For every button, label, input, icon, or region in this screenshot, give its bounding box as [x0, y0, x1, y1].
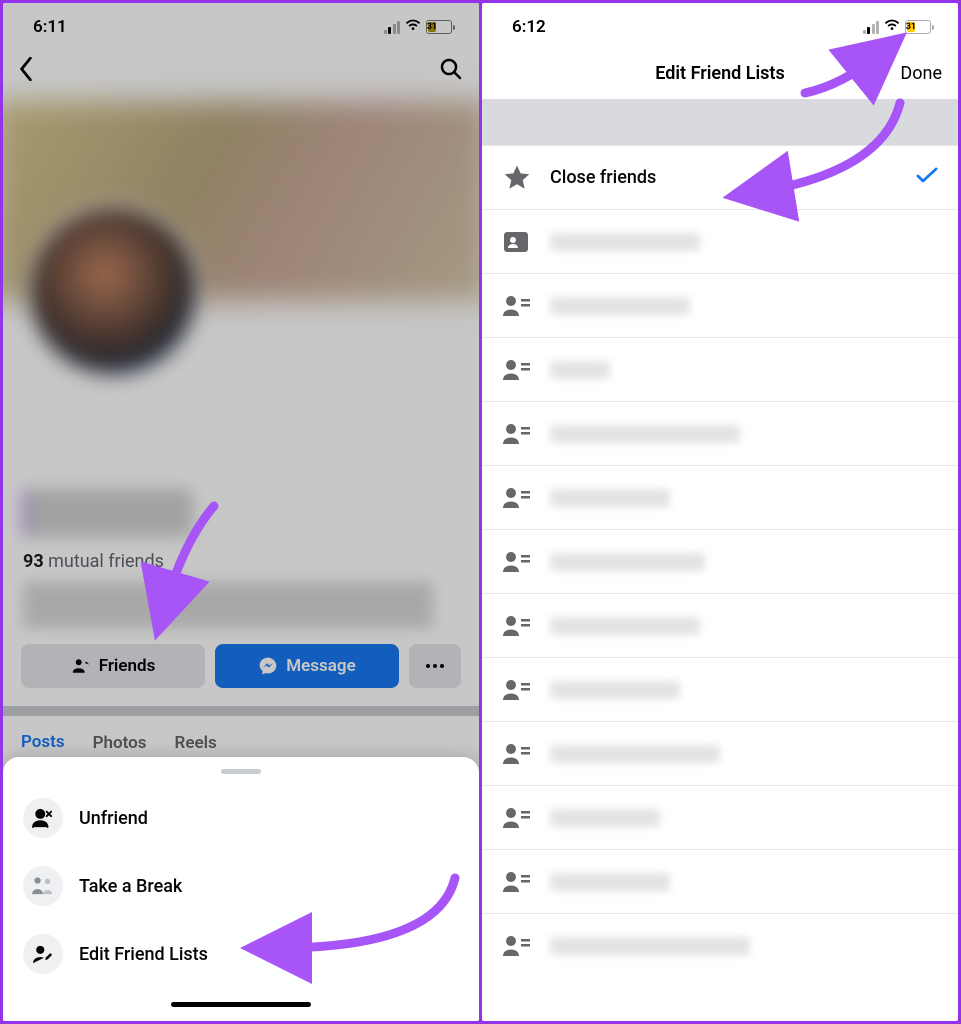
take-break-icon	[23, 866, 63, 906]
list-close-friends[interactable]: Close friends	[482, 145, 958, 209]
tab-photos[interactable]: Photos	[93, 733, 147, 753]
friends-action-sheet: Unfriend Take a Break Edit Friend Lists	[3, 757, 479, 1021]
list-item-redacted[interactable]	[482, 657, 958, 721]
bio-redacted	[23, 582, 433, 628]
person-list-icon	[502, 871, 532, 893]
cellular-icon	[863, 21, 880, 34]
section-gap	[482, 99, 958, 145]
mutual-friends-text: 93 mutual friends	[23, 551, 459, 572]
list-label-redacted	[550, 489, 670, 507]
screen-profile: 6:11 31 93	[3, 3, 479, 1021]
list-item-redacted[interactable]	[482, 849, 958, 913]
status-time: 6:12	[512, 17, 546, 37]
nav-bar: Edit Friend Lists Done	[482, 49, 958, 99]
status-bar: 6:12 31	[482, 3, 958, 49]
list-item-redacted[interactable]	[482, 785, 958, 849]
person-list-icon	[502, 295, 532, 317]
list-item-redacted[interactable]	[482, 401, 958, 465]
list-label-redacted	[550, 553, 705, 571]
list-item-redacted[interactable]	[482, 593, 958, 657]
person-list-icon	[502, 679, 532, 701]
list-item-redacted[interactable]	[482, 337, 958, 401]
section-divider	[3, 706, 479, 716]
wifi-icon	[883, 17, 901, 37]
done-button[interactable]: Done	[900, 63, 942, 84]
menu-label: Unfriend	[79, 808, 148, 829]
list-item-redacted[interactable]	[482, 721, 958, 785]
message-button[interactable]: Message	[215, 644, 399, 688]
list-label-redacted	[550, 361, 610, 379]
search-icon[interactable]	[439, 57, 463, 85]
unfriend-icon	[23, 798, 63, 838]
screen-edit-lists: 6:12 31 Edit Friend Lists Done Close fri…	[482, 3, 958, 1021]
more-button[interactable]	[409, 644, 461, 688]
status-indicators: 31	[863, 17, 935, 37]
list-label-redacted	[550, 233, 700, 251]
tab-reels[interactable]: Reels	[175, 733, 217, 753]
list-label: Close friends	[550, 167, 898, 188]
check-icon	[916, 166, 938, 190]
back-icon[interactable]	[19, 57, 33, 85]
list-label-redacted	[550, 809, 660, 827]
person-list-icon	[502, 423, 532, 445]
person-list-icon	[502, 359, 532, 381]
nav-bar	[3, 49, 479, 101]
page-title: Edit Friend Lists	[655, 63, 784, 84]
wifi-icon	[404, 17, 422, 37]
list-label-redacted	[550, 937, 750, 955]
list-label-redacted	[550, 425, 740, 443]
contact-card-icon	[502, 230, 532, 254]
status-bar: 6:11 31	[3, 3, 479, 49]
menu-label: Edit Friend Lists	[79, 944, 208, 965]
list-label-redacted	[550, 297, 690, 315]
messenger-icon	[258, 656, 278, 676]
menu-label: Take a Break	[79, 876, 182, 897]
list-label-redacted	[550, 681, 680, 699]
list-item-redacted[interactable]	[482, 913, 958, 977]
list-item-redacted[interactable]	[482, 529, 958, 593]
person-list-icon	[502, 487, 532, 509]
friends-icon	[71, 657, 91, 675]
person-list-icon	[502, 615, 532, 637]
cellular-icon	[384, 21, 401, 34]
battery-icon: 31	[905, 20, 934, 34]
person-list-icon	[502, 935, 532, 957]
home-indicator[interactable]	[171, 1002, 311, 1007]
person-list-icon	[502, 807, 532, 829]
avatar[interactable]	[25, 203, 201, 379]
more-icon	[425, 663, 445, 669]
list-item-redacted[interactable]	[482, 273, 958, 337]
menu-edit-friend-lists[interactable]: Edit Friend Lists	[3, 920, 479, 988]
menu-unfriend[interactable]: Unfriend	[3, 784, 479, 852]
profile-name-redacted	[23, 489, 193, 537]
menu-take-break[interactable]: Take a Break	[3, 852, 479, 920]
person-list-icon	[502, 551, 532, 573]
status-indicators: 31	[384, 17, 456, 37]
edit-lists-icon	[23, 934, 63, 974]
battery-icon: 31	[426, 20, 455, 34]
list-label-redacted	[550, 873, 670, 891]
list-label-redacted	[550, 745, 720, 763]
list-item-redacted[interactable]	[482, 465, 958, 529]
person-list-icon	[502, 743, 532, 765]
list-label-redacted	[550, 617, 700, 635]
sheet-handle[interactable]	[221, 769, 261, 774]
friends-button[interactable]: Friends	[21, 644, 205, 688]
status-time: 6:11	[33, 17, 67, 37]
list-item-redacted[interactable]	[482, 209, 958, 273]
star-icon	[502, 163, 532, 193]
action-buttons: Friends Message	[3, 628, 479, 706]
